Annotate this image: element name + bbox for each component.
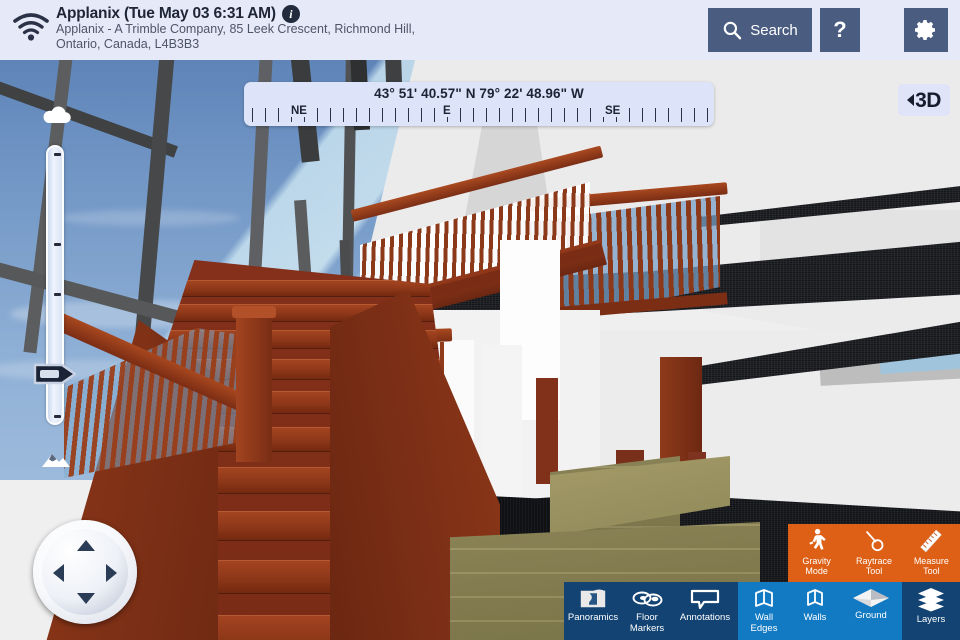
toolbar-item-layers[interactable]: Layers [902,582,960,640]
toolbar-label: Layers [916,614,946,625]
toolbar-item-annotations[interactable]: Annotations [672,582,738,640]
view-mode-label: 3D [915,88,941,112]
compass-strip: NE E SE [244,104,714,124]
view-mode-badge[interactable]: 3D [898,84,950,116]
triangle-up-icon[interactable] [77,540,95,551]
tool-panel: Gravity Mode Raytrace Tool Measure Tool [788,524,960,582]
triangle-left-icon[interactable] [53,564,64,582]
gear-icon [915,20,935,40]
search-icon [723,21,742,40]
title-block: Applanix (Tue May 03 6:31 AM) i Applanix … [56,4,676,52]
slider-handle[interactable] [32,361,78,387]
raytrace-magnifier-icon [866,531,884,552]
viewer-app: Applanix (Tue May 03 6:31 AM) i Applanix … [0,0,960,640]
annotation-icon [690,589,720,610]
walking-person-icon [809,528,826,550]
stair-newel-cap [232,306,276,318]
toolbar-item-ground[interactable]: Ground [840,582,902,640]
question-mark-icon: ? [833,17,847,42]
compass-label-ne: NE [288,105,310,117]
page-title: Applanix (Tue May 03 6:31 AM) [56,5,276,22]
wooden-column [660,357,702,467]
compass-coordinate-bar[interactable]: 43° 51' 40.57" N 79° 22' 48.96" W NE E S… [244,82,714,126]
toolbar-item-walls[interactable]: Walls [790,582,840,640]
settings-button[interactable] [904,8,948,52]
triangle-left-icon [907,94,915,106]
floor-markers-icon [632,591,663,607]
tool-label: Raytrace Tool [855,556,892,576]
tool-label: Measure Tool [913,556,949,576]
wifi-icon [13,13,49,41]
bottom-toolbar: Panoramics Floor Markers Annotations Wal… [564,582,960,640]
navigation-pad[interactable] [33,520,137,624]
compass-label-e: E [440,105,454,117]
compass-ticks [252,108,710,122]
cloud-icon [43,106,71,124]
toolbar-label: Annotations [679,612,731,623]
help-button[interactable]: ? [820,8,860,52]
search-button[interactable]: Search [708,8,812,52]
ground-plane-icon [853,589,889,607]
coordinates-readout: 43° 51' 40.57" N 79° 22' 48.96" W [374,86,584,101]
toolbar-item-floor-markers[interactable]: Floor Markers [622,582,672,640]
toolbar-label: Ground [855,610,887,621]
wooden-column [536,378,558,484]
tool-label: Gravity Mode [802,556,831,576]
stair-newel-post [236,312,272,462]
raytrace-tool-button[interactable]: Raytrace Tool [845,524,902,582]
ruler-icon [920,529,943,553]
wall-edges-icon [755,589,773,607]
company-address: Applanix - A Trimble Company, 85 Leek Cr… [56,22,415,51]
walls-icon [807,589,823,606]
panorama-icon [580,589,606,608]
toolbar-label: Walls [803,612,827,623]
mountain-icon [42,454,70,467]
triangle-right-icon[interactable] [106,564,117,582]
triangle-down-icon[interactable] [77,593,95,604]
layers-icon [918,588,944,612]
toolbar-item-wall-edges[interactable]: Wall Edges [738,582,790,640]
gravity-mode-button[interactable]: Gravity Mode [788,524,845,582]
toolbar-item-panoramics[interactable]: Panoramics [564,582,622,640]
toolbar-label: Panoramics [567,612,619,623]
measure-tool-button[interactable]: Measure Tool [903,524,960,582]
toolbar-label: Wall Edges [750,612,778,634]
search-button-label: Search [750,21,798,39]
info-icon[interactable]: i [281,4,300,23]
app-header: Applanix (Tue May 03 6:31 AM) i Applanix … [0,0,960,60]
compass-label-se: SE [602,105,624,117]
elevation-slider[interactable] [22,105,77,467]
toolbar-label: Floor Markers [629,612,665,634]
